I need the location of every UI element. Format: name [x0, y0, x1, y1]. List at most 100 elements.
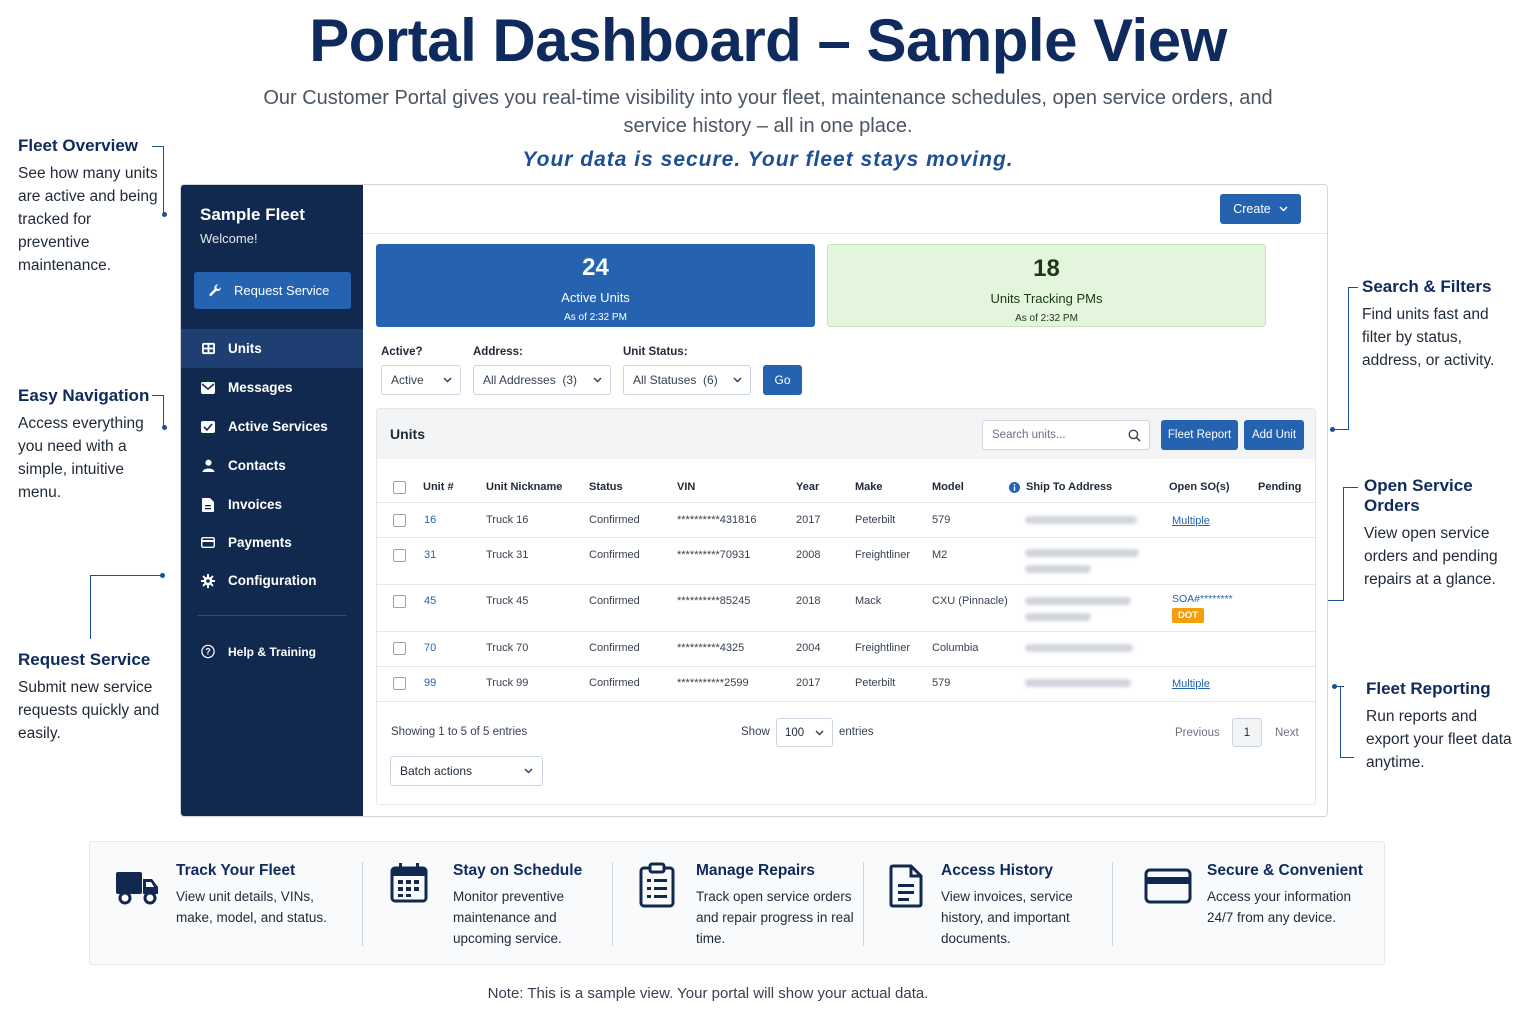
unit-year: 2004	[796, 642, 821, 654]
column-header[interactable]: Pending	[1258, 481, 1301, 493]
sidebar-item-active-services[interactable]: Active Services	[181, 407, 363, 446]
column-header-ship-to[interactable]: Ship To Address	[1009, 481, 1112, 493]
next-page-button[interactable]: Next	[1275, 727, 1299, 739]
open-so-link[interactable]: Multiple	[1172, 515, 1210, 527]
document-icon	[201, 497, 215, 512]
sidebar-item-payments[interactable]: Payments	[181, 523, 363, 562]
previous-page-button[interactable]: Previous	[1175, 727, 1220, 739]
callout-text: Access everything you need with a simple…	[18, 415, 144, 501]
batch-actions-label: Batch actions	[400, 764, 473, 778]
connector-line	[90, 575, 162, 576]
row-divider	[377, 584, 1315, 585]
sidebar-item-messages[interactable]: Messages	[181, 368, 363, 407]
callout-request-service: Request Service Submit new service reque…	[18, 650, 168, 745]
features-strip: Track Your Fleet View unit details, VINs…	[89, 841, 1385, 965]
open-so-link[interactable]: Multiple	[1172, 678, 1210, 690]
sidebar-item-contacts[interactable]: Contacts	[181, 446, 363, 485]
column-header[interactable]: Unit Nickname	[486, 481, 562, 493]
row-divider	[377, 537, 1315, 538]
clipboard-icon	[638, 862, 676, 913]
sidebar-item-label: Messages	[228, 380, 293, 395]
filter-address-select[interactable]: All Addresses (3)	[473, 365, 611, 395]
create-button[interactable]: Create	[1220, 194, 1301, 224]
select-all-checkbox[interactable]	[393, 481, 406, 494]
connector-line	[90, 575, 91, 639]
feature-title: Secure & Convenient	[1207, 862, 1363, 879]
row-checkbox[interactable]	[393, 595, 406, 608]
feature-text: View unit details, VINs, make, model, an…	[176, 889, 327, 925]
unit-number-link[interactable]: 70	[424, 642, 436, 654]
column-header[interactable]: Year	[796, 481, 819, 493]
sidebar-item-configuration[interactable]: Configuration	[181, 561, 363, 600]
feature-divider	[612, 862, 613, 946]
gear-icon	[201, 573, 215, 588]
feature-text: Access your information 24/7 from any de…	[1207, 889, 1352, 925]
connector-line	[1333, 429, 1349, 430]
feature-manage-repairs: Manage Repairs Track open service orders…	[696, 862, 856, 949]
truck-icon	[114, 868, 160, 911]
unit-vin: **********4325	[677, 642, 745, 654]
units-icon	[201, 342, 215, 356]
page-number-button[interactable]: 1	[1232, 718, 1262, 747]
envelope-icon	[201, 381, 215, 395]
search-icon	[1128, 429, 1141, 442]
unit-status: Confirmed	[589, 677, 640, 689]
feature-track-fleet: Track Your Fleet View unit details, VINs…	[176, 862, 346, 928]
sidebar: Sample Fleet Welcome! Request Service Un…	[181, 185, 363, 816]
unit-number-link[interactable]: 45	[424, 595, 436, 607]
go-button[interactable]: Go	[763, 365, 802, 395]
envelope-check-icon	[201, 420, 215, 434]
row-checkbox[interactable]	[393, 549, 406, 562]
chevron-down-icon	[815, 729, 824, 736]
blurred-address	[1025, 516, 1137, 524]
fleet-report-button[interactable]: Fleet Report	[1161, 420, 1238, 450]
feature-access-history: Access History View invoices, service hi…	[941, 862, 1101, 949]
search-input[interactable]: Search units...	[982, 420, 1150, 450]
unit-make: Freightliner	[855, 642, 911, 654]
connector-dot	[160, 573, 165, 578]
unit-status: Confirmed	[589, 514, 640, 526]
unit-number-link[interactable]: 99	[424, 677, 436, 689]
row-checkbox[interactable]	[393, 642, 406, 655]
sidebar-item-invoices[interactable]: Invoices	[181, 485, 363, 524]
request-service-button[interactable]: Request Service	[194, 272, 351, 309]
unit-number-link[interactable]: 31	[424, 549, 436, 561]
row-divider	[377, 631, 1315, 632]
callout-title: Fleet Overview	[18, 136, 139, 155]
unit-model: Columbia	[932, 642, 979, 654]
callout-easy-navigation: Easy Navigation Access everything you ne…	[18, 386, 158, 504]
unit-model: 579	[932, 677, 951, 689]
column-header[interactable]: Unit #	[423, 481, 454, 493]
batch-actions-select[interactable]: Batch actions	[390, 756, 543, 786]
filter-active-select[interactable]: Active	[381, 365, 461, 395]
column-header[interactable]: Open SO(s)	[1169, 481, 1230, 493]
sidebar-item-units[interactable]: Units	[181, 329, 363, 368]
unit-number-link[interactable]: 16	[424, 514, 436, 526]
column-header[interactable]: Make	[855, 481, 883, 493]
credit-card-icon	[1144, 868, 1192, 909]
row-checkbox[interactable]	[393, 514, 406, 527]
portal-window: Sample Fleet Welcome! Request Service Un…	[180, 184, 1328, 817]
connector-line	[1348, 287, 1358, 288]
wrench-icon	[208, 284, 222, 298]
sidebar-item-help[interactable]: ? Help & Training	[181, 632, 363, 671]
unit-year: 2008	[796, 549, 821, 561]
row-checkbox[interactable]	[393, 677, 406, 690]
row-divider	[377, 502, 1315, 503]
unit-make: Peterbilt	[855, 677, 896, 689]
connector-dot	[162, 212, 167, 217]
column-header[interactable]: Status	[589, 481, 623, 493]
add-unit-button[interactable]: Add Unit	[1244, 420, 1304, 450]
chevron-down-icon	[733, 377, 742, 383]
unit-status: Confirmed	[589, 642, 640, 654]
callout-title: Fleet Reporting	[1366, 679, 1491, 698]
column-header[interactable]: Model	[932, 481, 964, 493]
filter-status-select[interactable]: All Statuses (6)	[623, 365, 751, 395]
entries-summary: Showing 1 to 5 of 5 entries	[391, 726, 528, 738]
info-icon	[1009, 481, 1020, 493]
open-so-link[interactable]: SOA#********	[1172, 593, 1233, 605]
callout-title: Open Service Orders	[1364, 476, 1473, 515]
unit-nickname: Truck 70	[486, 642, 529, 654]
page-size-select[interactable]: 100	[776, 718, 833, 747]
column-header[interactable]: VIN	[677, 481, 695, 493]
